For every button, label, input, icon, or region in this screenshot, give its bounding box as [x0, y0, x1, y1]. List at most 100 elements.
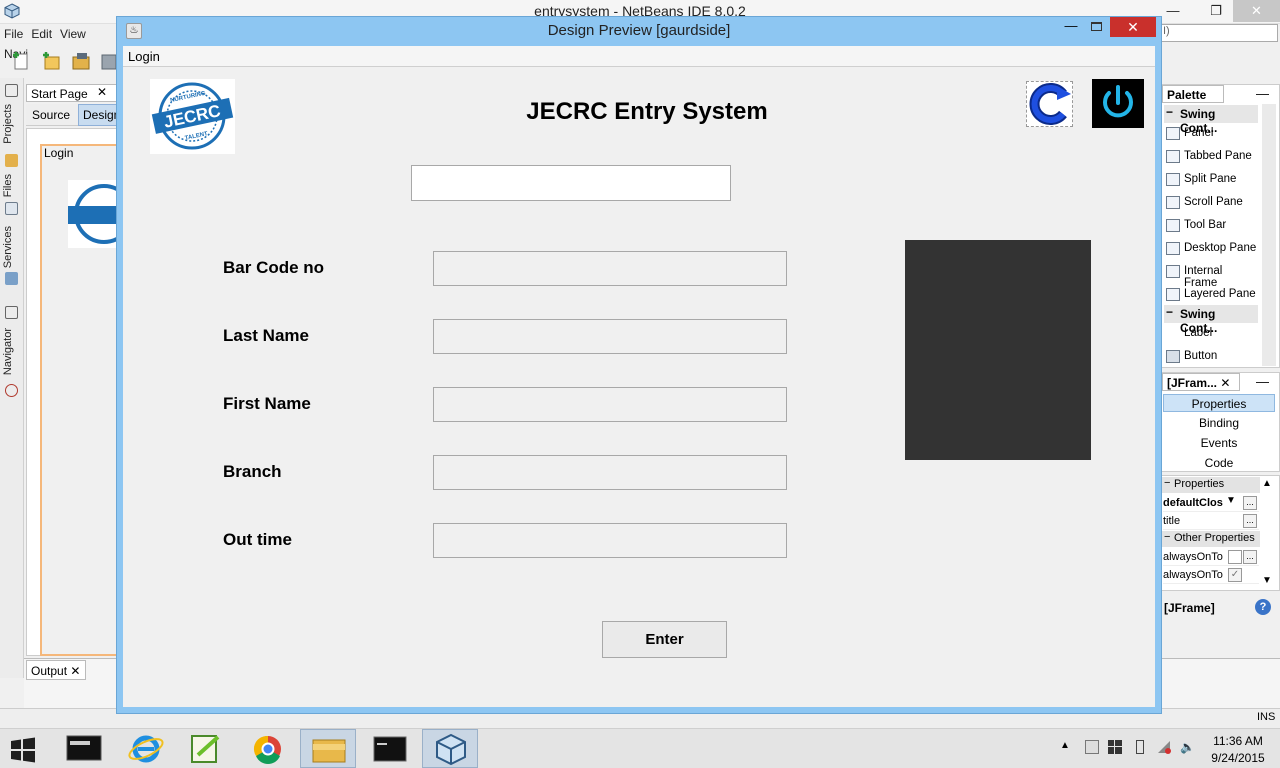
clock-date[interactable]: 9/24/2015 — [1198, 751, 1278, 765]
minimize-window-icon[interactable]: — — [1256, 86, 1276, 101]
ide-search-input[interactable]: I) — [1160, 24, 1278, 42]
maximize-icon — [1091, 22, 1102, 31]
menu-login[interactable]: Login — [128, 49, 160, 64]
palette-item-split-pane[interactable]: Split Pane — [1166, 170, 1258, 190]
taskbar-netbeans[interactable] — [422, 729, 478, 768]
taskbar-chrome[interactable] — [240, 729, 296, 768]
palette-item-button[interactable]: Button — [1166, 347, 1258, 367]
navigator-binding[interactable]: Binding — [1163, 414, 1275, 432]
folder-icon — [312, 739, 346, 763]
minimize-group-icon[interactable] — [5, 306, 18, 319]
taskbar-mysql[interactable] — [56, 729, 112, 768]
projects-icon — [5, 154, 18, 167]
close-tab-icon[interactable]: ✕ — [70, 664, 80, 678]
action-center-icon[interactable] — [1085, 740, 1099, 754]
taskbar-command-prompt[interactable] — [362, 729, 418, 768]
checkmark-icon[interactable]: ✓ — [1228, 568, 1242, 582]
internet-explorer-icon — [128, 735, 164, 763]
taskbar-file-explorer[interactable] — [300, 729, 356, 768]
menu-file[interactable]: File — [0, 24, 27, 44]
insert-mode-indicator: INS — [1257, 711, 1276, 723]
ide-restore-button[interactable]: ❐ — [1196, 0, 1236, 22]
navigator-code[interactable]: Code — [1163, 454, 1275, 472]
palette-item-desktop-pane[interactable]: Desktop Pane — [1166, 239, 1258, 259]
minimize-window-icon[interactable]: — — [1256, 374, 1276, 389]
palette-item-label[interactable]: Label — [1166, 324, 1258, 344]
volume-icon[interactable]: 🔈 — [1180, 740, 1195, 754]
palette-tab-label: Palette — [1167, 88, 1207, 102]
last-name-label: Last Name — [223, 326, 309, 345]
clock-time[interactable]: 11:36 AM — [1198, 734, 1278, 748]
last-name-field[interactable] — [433, 319, 787, 354]
open-project-icon[interactable] — [70, 50, 92, 72]
new-project-icon[interactable] — [40, 50, 62, 72]
palette-item-panel[interactable]: Panel — [1166, 124, 1258, 144]
checkbox[interactable] — [1228, 550, 1242, 564]
navigator-tab[interactable]: [JFram... ✕ — [1162, 373, 1240, 391]
files-icon — [5, 202, 18, 215]
source-view-button[interactable]: Source — [28, 106, 74, 124]
palette-item-layered-pane[interactable]: Layered Pane — [1166, 285, 1258, 305]
navigator-events[interactable]: Events — [1163, 434, 1275, 452]
photo-display-panel — [905, 240, 1091, 460]
out-time-label: Out time — [223, 530, 292, 549]
command-prompt-icon — [373, 736, 407, 762]
ellipsis-button[interactable]: ... — [1243, 550, 1257, 564]
close-tab-icon[interactable]: ✕ — [97, 85, 107, 99]
output-tab[interactable]: Output ✕ — [26, 660, 86, 680]
side-tab-navigator[interactable]: Navigator — [2, 328, 14, 375]
menu-view[interactable]: View — [56, 24, 90, 44]
palette-item-internal-frame[interactable]: Internal Frame — [1166, 262, 1258, 289]
side-tab-files[interactable]: Files — [2, 174, 14, 197]
help-icon[interactable]: ? — [1255, 599, 1271, 615]
output-tab-label: Output — [31, 664, 68, 678]
navigator-properties[interactable]: Properties — [1163, 394, 1275, 412]
services-icon — [5, 272, 18, 285]
palette-item-tool-bar[interactable]: Tool Bar — [1166, 216, 1258, 236]
new-file-icon[interactable] — [10, 50, 32, 72]
ellipsis-button[interactable]: ... — [1243, 496, 1257, 510]
palette-tab[interactable]: Palette ✕ — [1162, 85, 1224, 116]
show-hidden-icons-icon[interactable]: ▲ — [1060, 740, 1074, 754]
barcode-field[interactable] — [433, 251, 787, 286]
network-icon[interactable] — [1157, 740, 1171, 754]
branch-field[interactable] — [433, 455, 787, 490]
ellipsis-button[interactable]: ... — [1243, 514, 1257, 528]
palette-category-swing-controls[interactable]: Swing Cont... — [1164, 305, 1258, 335]
dialog-minimize-button[interactable]: — — [1058, 17, 1084, 37]
minimize-group-icon[interactable] — [5, 84, 18, 97]
start-button[interactable] — [8, 736, 42, 764]
out-time-field[interactable] — [433, 523, 787, 558]
property-always-on-top-supported[interactable]: alwaysOnTo — [1163, 567, 1259, 584]
battery-icon[interactable] — [1136, 740, 1144, 754]
taskbar-notepad-plus-plus[interactable] — [178, 729, 234, 768]
barcode-scan-input[interactable] — [411, 165, 731, 201]
refresh-icon — [1029, 83, 1071, 125]
windows-flag-icon[interactable] — [1108, 740, 1122, 754]
side-tab-services[interactable]: Services — [2, 226, 14, 268]
power-button[interactable] — [1092, 79, 1144, 128]
dropdown-arrow-icon[interactable]: ▼ — [1226, 495, 1236, 506]
ide-close-button[interactable]: ✕ — [1233, 0, 1280, 22]
mysql-console-icon — [66, 735, 102, 761]
menu-edit[interactable]: Edit — [27, 24, 56, 44]
dialog-close-button[interactable]: ✕ — [1110, 17, 1156, 37]
enter-button[interactable]: Enter — [602, 621, 727, 658]
refresh-button[interactable] — [1026, 81, 1073, 127]
scroll-up-icon[interactable]: ▲ — [1262, 478, 1272, 489]
scroll-down-icon[interactable]: ▼ — [1262, 575, 1272, 586]
first-name-field[interactable] — [433, 387, 787, 422]
close-tab-icon[interactable]: ✕ — [1220, 376, 1230, 390]
palette-item-scroll-pane[interactable]: Scroll Pane — [1166, 193, 1258, 213]
other-properties-category[interactable]: Other Properties — [1162, 531, 1260, 547]
selected-component-label: [JFrame] — [1164, 601, 1215, 615]
properties-category[interactable]: Properties — [1162, 477, 1260, 493]
designer-form-title: Login — [44, 146, 74, 160]
side-tab-projects[interactable]: Projects — [2, 104, 14, 144]
palette-item-tabbed-pane[interactable]: Tabbed Pane — [1166, 147, 1258, 167]
chrome-icon — [253, 735, 281, 764]
palette-category-swing-containers[interactable]: Swing Cont... — [1164, 105, 1258, 135]
taskbar-internet-explorer[interactable] — [118, 729, 174, 768]
palette-scrollbar[interactable] — [1262, 104, 1276, 366]
design-view-button[interactable]: Design — [78, 104, 118, 126]
